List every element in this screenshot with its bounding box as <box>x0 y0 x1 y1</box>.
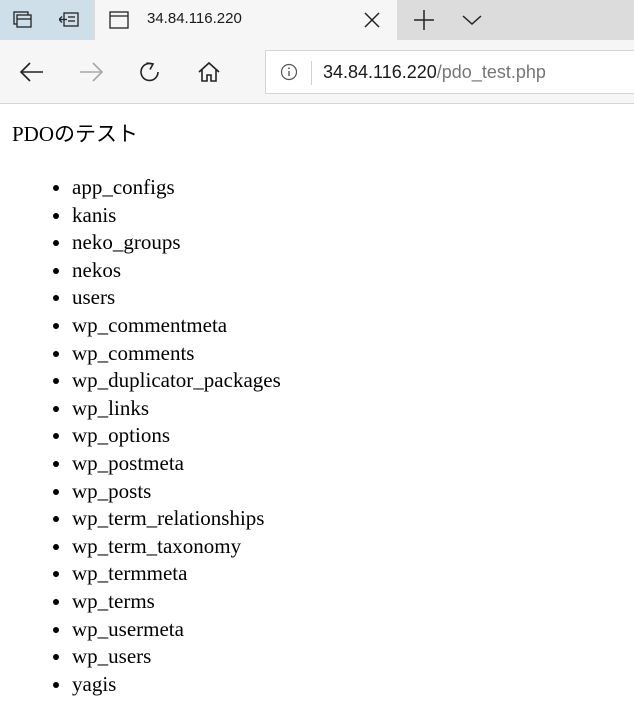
chevron-down-icon[interactable] <box>461 11 483 29</box>
address-separator <box>311 61 312 85</box>
list-item: neko_groups <box>72 229 281 257</box>
list-item: wp_comments <box>72 340 281 368</box>
tab-manager-button[interactable] <box>0 0 46 40</box>
list-item: yagis <box>72 671 281 699</box>
set-aside-icon <box>59 12 79 27</box>
list-item: wp_duplicator_packages <box>72 367 281 395</box>
list-item: nekos <box>72 257 281 285</box>
tab-title: 34.84.116.220 <box>147 10 242 27</box>
forward-arrow-icon[interactable] <box>78 59 104 85</box>
list-item: kanis <box>72 202 281 230</box>
list-item: wp_users <box>72 643 281 671</box>
url-path: /pdo_test.php <box>436 62 546 82</box>
page-title: PDOのテスト <box>12 122 139 146</box>
set-aside-tabs-button[interactable] <box>46 0 92 40</box>
list-item: users <box>72 284 281 312</box>
list-item: wp_term_taxonomy <box>72 533 281 561</box>
tab-strip: 34.84.116.220 <box>0 0 634 40</box>
list-item: wp_usermeta <box>72 616 281 644</box>
home-icon[interactable] <box>196 59 222 85</box>
list-item: app_configs <box>72 174 281 202</box>
page-icon <box>109 11 129 29</box>
close-tab-icon[interactable] <box>363 11 381 29</box>
url-host: 34.84.116.220 <box>323 62 437 82</box>
url-text: 34.84.116.220/pdo_test.php <box>323 62 546 83</box>
list-item: wp_postmeta <box>72 450 281 478</box>
list-item: wp_termmeta <box>72 560 281 588</box>
list-item: wp_term_relationships <box>72 505 281 533</box>
new-tab-icon[interactable] <box>413 9 435 31</box>
address-bar[interactable]: 34.84.116.220/pdo_test.php <box>265 50 634 94</box>
refresh-icon[interactable] <box>137 59 163 85</box>
navigation-bar: 34.84.116.220/pdo_test.php <box>0 40 634 104</box>
list-item: wp_options <box>72 422 281 450</box>
list-item: wp_terms <box>72 588 281 616</box>
browser-tab[interactable]: 34.84.116.220 <box>95 0 397 40</box>
tabs-aside-icon <box>13 11 32 28</box>
list-item: wp_posts <box>72 478 281 506</box>
back-arrow-icon[interactable] <box>19 59 45 85</box>
list-item: wp_links <box>72 395 281 423</box>
table-list: app_configskanisneko_groupsnekosuserswp_… <box>0 174 281 698</box>
site-info-icon[interactable] <box>280 63 298 81</box>
page-content: PDOのテスト app_configskanisneko_groupsnekos… <box>0 104 634 724</box>
list-item: wp_commentmeta <box>72 312 281 340</box>
